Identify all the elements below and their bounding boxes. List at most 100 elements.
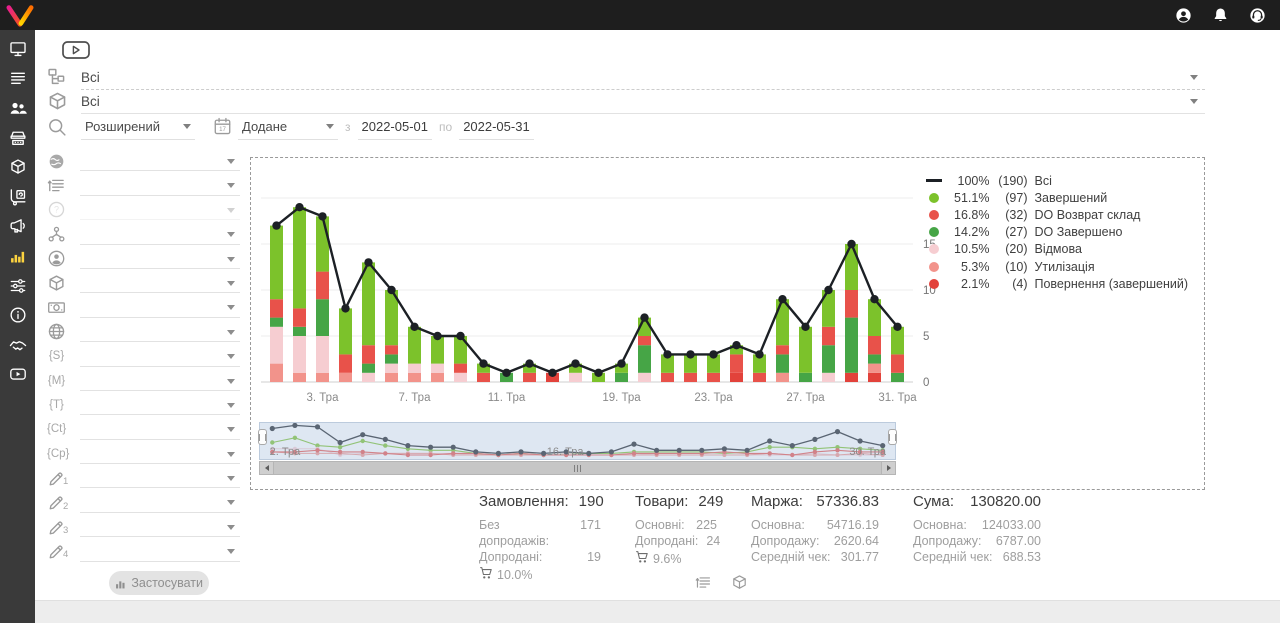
total-point[interactable] bbox=[755, 350, 763, 358]
filter-site[interactable] bbox=[47, 320, 240, 344]
bar-segment[interactable] bbox=[868, 336, 881, 354]
products-view-button[interactable] bbox=[731, 574, 748, 591]
bar-segment[interactable] bbox=[730, 354, 743, 372]
total-point[interactable] bbox=[893, 323, 901, 331]
bar-segment[interactable] bbox=[362, 364, 375, 373]
bar-segment[interactable] bbox=[638, 373, 651, 382]
bar-segment[interactable] bbox=[339, 373, 352, 382]
bar-segment[interactable] bbox=[845, 373, 858, 382]
bar-segment[interactable] bbox=[339, 354, 352, 372]
bar-segment[interactable] bbox=[477, 373, 490, 382]
bar-segment[interactable] bbox=[684, 373, 697, 382]
total-point[interactable] bbox=[456, 332, 464, 340]
bar-segment[interactable] bbox=[270, 299, 283, 317]
bar-segment[interactable] bbox=[431, 364, 444, 373]
bar-segment[interactable] bbox=[661, 373, 674, 382]
support-button[interactable] bbox=[1249, 7, 1266, 24]
bar-segment[interactable] bbox=[638, 345, 651, 373]
bar-segment[interactable] bbox=[362, 373, 375, 382]
video-tutorial-button[interactable] bbox=[62, 41, 90, 59]
filter-custom-4[interactable]: 4 bbox=[47, 539, 240, 563]
date-from-input[interactable]: 2022-05-01 bbox=[358, 119, 433, 140]
filter-operator[interactable] bbox=[47, 247, 240, 271]
total-point[interactable] bbox=[824, 286, 832, 294]
navigator-scrollbar[interactable] bbox=[259, 461, 896, 475]
scroll-right-arrow[interactable] bbox=[882, 462, 895, 474]
total-point[interactable] bbox=[732, 341, 740, 349]
total-point[interactable] bbox=[272, 221, 280, 229]
sidebar-item-dashboard[interactable] bbox=[0, 34, 35, 64]
bar-segment[interactable] bbox=[270, 364, 283, 382]
sidebar-item-products[interactable] bbox=[0, 152, 35, 182]
scroll-left-arrow[interactable] bbox=[260, 462, 273, 474]
filter-payment[interactable] bbox=[47, 295, 240, 319]
bar-segment[interactable] bbox=[293, 207, 306, 308]
bar-segment[interactable] bbox=[293, 373, 306, 382]
bar-segment[interactable] bbox=[408, 327, 421, 364]
bar-segment[interactable] bbox=[316, 336, 329, 373]
filter-custom-1[interactable]: 1 bbox=[47, 466, 240, 490]
bar-segment[interactable] bbox=[293, 327, 306, 336]
filter-custom-3[interactable]: 3 bbox=[47, 515, 240, 539]
bar-segment[interactable] bbox=[822, 345, 835, 373]
total-point[interactable] bbox=[709, 350, 717, 358]
legend-item[interactable]: 10.5%(20)Відмова bbox=[925, 241, 1188, 258]
status-group-select[interactable]: Всі bbox=[47, 64, 1205, 90]
sidebar-item-orders[interactable] bbox=[0, 64, 35, 94]
profile-button[interactable] bbox=[1175, 7, 1192, 24]
legend-item[interactable]: 16.8%(32)DO Возврат склад bbox=[925, 206, 1188, 223]
total-point[interactable] bbox=[387, 286, 395, 294]
bar-segment[interactable] bbox=[799, 327, 812, 373]
total-point[interactable] bbox=[778, 295, 786, 303]
total-point[interactable] bbox=[594, 369, 602, 377]
bar-segment[interactable] bbox=[362, 262, 375, 345]
bar-segment[interactable] bbox=[385, 345, 398, 354]
apply-button[interactable]: Застосувати bbox=[109, 571, 209, 595]
bar-segment[interactable] bbox=[316, 299, 329, 336]
filter-structure[interactable] bbox=[47, 222, 240, 246]
filter-utm-source[interactable]: {S} bbox=[47, 344, 240, 368]
bar-segment[interactable] bbox=[707, 373, 720, 382]
sidebar-item-partners[interactable] bbox=[0, 330, 35, 360]
filter-utm-content[interactable]: {Ct} bbox=[47, 417, 240, 441]
bar-segment[interactable] bbox=[385, 354, 398, 363]
total-point[interactable] bbox=[318, 212, 326, 220]
sidebar-item-info[interactable] bbox=[0, 300, 35, 330]
sidebar-item-marketing[interactable] bbox=[0, 212, 35, 242]
total-point[interactable] bbox=[479, 359, 487, 367]
bar-segment[interactable] bbox=[339, 308, 352, 354]
bar-segment[interactable] bbox=[615, 373, 628, 382]
total-point[interactable] bbox=[801, 323, 809, 331]
bar-segment[interactable] bbox=[293, 308, 306, 326]
bar-segment[interactable] bbox=[408, 364, 421, 373]
total-point[interactable] bbox=[295, 203, 303, 211]
bar-segment[interactable] bbox=[408, 373, 421, 382]
total-point[interactable] bbox=[525, 359, 533, 367]
sidebar-item-market[interactable] bbox=[0, 123, 35, 153]
total-point[interactable] bbox=[663, 350, 671, 358]
sidebar-item-settings[interactable] bbox=[0, 271, 35, 301]
bar-segment[interactable] bbox=[822, 327, 835, 345]
bar-segment[interactable] bbox=[316, 272, 329, 300]
sidebar-item-analytics[interactable] bbox=[0, 241, 35, 271]
bar-segment[interactable] bbox=[868, 364, 881, 373]
navigator-left-handle[interactable] bbox=[258, 429, 267, 445]
bar-segment[interactable] bbox=[523, 373, 536, 382]
filter-utm-term[interactable]: {T} bbox=[47, 393, 240, 417]
navigator-minichart[interactable]: 2. Тра16. Тра30. Тра bbox=[259, 422, 896, 460]
bar-segment[interactable] bbox=[822, 373, 835, 382]
bar-segment[interactable] bbox=[362, 345, 375, 363]
legend-item[interactable]: 5.3%(10)Утилізація bbox=[925, 258, 1188, 275]
legend-item[interactable]: 100%(190)Всі bbox=[925, 172, 1188, 189]
filter-product[interactable] bbox=[47, 271, 240, 295]
bar-segment[interactable] bbox=[845, 318, 858, 373]
bar-segment[interactable] bbox=[753, 373, 766, 382]
total-point[interactable] bbox=[571, 359, 579, 367]
orders-list-view-button[interactable] bbox=[695, 574, 712, 591]
product-select[interactable]: Всі bbox=[47, 88, 1205, 114]
brand-logo[interactable] bbox=[2, 0, 38, 30]
orders-chart[interactable]: 3. Тра7. Тра11. Тра19. Тра23. Тра27. Тра… bbox=[257, 164, 957, 414]
bar-segment[interactable] bbox=[270, 318, 283, 327]
sidebar-item-clients[interactable] bbox=[0, 93, 35, 123]
filter-unknown[interactable]: ? bbox=[47, 198, 240, 222]
